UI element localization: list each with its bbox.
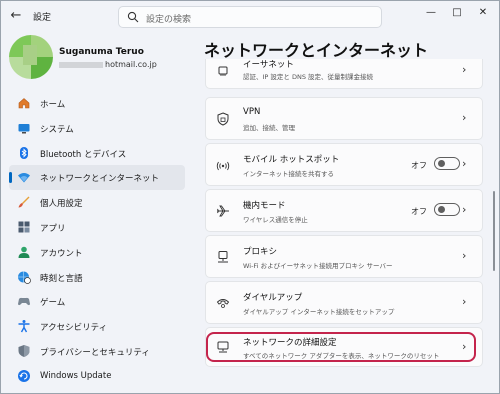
hotspot-icon bbox=[216, 161, 230, 171]
ethernet-icon bbox=[218, 66, 228, 76]
airplane-toggle[interactable] bbox=[434, 203, 460, 216]
chevron-right-icon: › bbox=[462, 340, 467, 353]
sidebar-item-personalization[interactable]: 個人用設定 bbox=[9, 190, 185, 215]
brush-icon bbox=[18, 196, 30, 208]
toggle-state-label: オフ bbox=[411, 161, 427, 170]
chevron-right-icon: › bbox=[462, 249, 467, 262]
search-icon bbox=[127, 11, 139, 23]
card-advanced-network-settings[interactable]: ネットワークの詳細設定 すべてのネットワーク アダプターを表示、ネットワークのリ… bbox=[205, 327, 483, 367]
search-placeholder: 設定の検索 bbox=[146, 15, 192, 25]
maximize-icon[interactable]: □ bbox=[445, 5, 469, 21]
title-bar: ← 設定 設定の検索 — □ ✕ bbox=[1, 1, 499, 31]
dialup-icon bbox=[216, 299, 230, 308]
apps-icon bbox=[18, 221, 30, 233]
sidebar-item-label: プライバシーとセキュリティ bbox=[40, 347, 150, 358]
sidebar-item-time-language[interactable]: 時刻と言語 bbox=[9, 265, 185, 290]
proxy-icon bbox=[218, 251, 228, 263]
back-arrow-icon[interactable]: ← bbox=[7, 7, 25, 25]
sidebar-item-label: 時刻と言語 bbox=[40, 273, 83, 284]
card-title: ネットワークの詳細設定 bbox=[243, 338, 337, 348]
page-title: ネットワークとインターネット bbox=[204, 41, 429, 60]
globe-clock-icon bbox=[18, 271, 31, 284]
wifi-icon bbox=[18, 173, 30, 183]
email-redaction bbox=[59, 61, 103, 68]
sidebar-item-label: ゲーム bbox=[40, 298, 66, 309]
network-pc-icon bbox=[217, 341, 229, 353]
chevron-right-icon: › bbox=[462, 157, 467, 170]
scrollbar[interactable] bbox=[493, 191, 495, 271]
toggle-state-label: オフ bbox=[411, 207, 427, 216]
chevron-right-icon: › bbox=[462, 111, 467, 124]
sidebar-item-label: アクセシビリティ bbox=[40, 323, 108, 334]
sidebar-item-network[interactable]: ネットワークとインターネット bbox=[9, 165, 185, 191]
card-vpn[interactable]: VPN 追加、接続、管理 › bbox=[205, 97, 483, 140]
airplane-icon bbox=[217, 205, 229, 217]
close-icon[interactable]: ✕ bbox=[471, 5, 495, 21]
card-dialup[interactable]: ダイヤルアップ ダイヤルアップ インターネット接続をセットアップ › bbox=[205, 281, 483, 324]
card-subtitle: 追加、接続、管理 bbox=[243, 124, 295, 132]
sidebar-item-accounts[interactable]: アカウント bbox=[9, 240, 185, 265]
user-email: hotmail.co.jp bbox=[59, 60, 157, 69]
card-title: モバイル ホットスポット bbox=[243, 155, 340, 165]
vpn-shield-icon bbox=[217, 112, 229, 126]
sidebar-item-label: Windows Update bbox=[40, 370, 112, 381]
settings-list: イーサネット 認証、IP 設定と DNS 設定、従量制課金接続 › VPN 追加… bbox=[205, 59, 485, 394]
minimize-icon[interactable]: — bbox=[419, 5, 443, 21]
update-icon bbox=[18, 369, 30, 382]
card-subtitle: ダイヤルアップ インターネット接続をセットアップ bbox=[243, 308, 395, 316]
gamepad-icon bbox=[18, 298, 30, 306]
sidebar-item-apps[interactable]: アプリ bbox=[9, 215, 185, 240]
chevron-right-icon: › bbox=[462, 203, 467, 216]
sidebar-item-privacy[interactable]: プライバシーとセキュリティ bbox=[9, 339, 185, 364]
chevron-right-icon: › bbox=[462, 295, 467, 308]
sidebar-item-label: Bluetooth とデバイス bbox=[40, 149, 127, 160]
sidebar-item-system[interactable]: システム bbox=[9, 116, 185, 141]
card-title: 機内モード bbox=[243, 201, 286, 211]
sidebar-item-windows-update[interactable]: Windows Update bbox=[9, 364, 185, 389]
sidebar-item-gaming[interactable]: ゲーム bbox=[9, 289, 185, 314]
system-icon bbox=[18, 123, 30, 134]
sidebar-item-bluetooth[interactable]: Bluetooth とデバイス bbox=[9, 141, 185, 166]
card-subtitle: インターネット接続を共有する bbox=[243, 170, 334, 178]
card-proxy[interactable]: プロキシ Wi-Fi およびイーサネット接続用プロキシ サーバー › bbox=[205, 235, 483, 278]
card-subtitle: ワイヤレス通信を停止 bbox=[243, 216, 308, 224]
card-ethernet[interactable]: イーサネット 認証、IP 設定と DNS 設定、従量制課金接続 › bbox=[205, 59, 483, 89]
sidebar-nav: ホーム システム Bluetooth とデバイス ネットワークとインターネット bbox=[9, 91, 185, 389]
card-subtitle: 認証、IP 設定と DNS 設定、従量制課金接続 bbox=[243, 73, 374, 81]
card-airplane-mode[interactable]: 機内モード ワイヤレス通信を停止 オフ › bbox=[205, 189, 483, 232]
shield-icon bbox=[18, 344, 30, 357]
hotspot-toggle[interactable] bbox=[434, 157, 460, 170]
card-title: イーサネット bbox=[243, 60, 294, 70]
sidebar-item-label: 個人用設定 bbox=[40, 199, 83, 210]
sidebar-item-accessibility[interactable]: アクセシビリティ bbox=[9, 314, 185, 339]
avatar[interactable] bbox=[9, 35, 53, 79]
card-mobile-hotspot[interactable]: モバイル ホットスポット インターネット接続を共有する オフ › bbox=[205, 143, 483, 186]
account-icon bbox=[18, 246, 30, 258]
sidebar-item-label: ネットワークとインターネット bbox=[40, 174, 160, 185]
card-subtitle: Wi-Fi およびイーサネット接続用プロキシ サーバー bbox=[243, 262, 393, 270]
sidebar-item-label: システム bbox=[40, 124, 74, 135]
chevron-right-icon: › bbox=[462, 63, 467, 76]
settings-window: ← 設定 設定の検索 — □ ✕ Suganuma Teruo hotmail.… bbox=[0, 0, 500, 394]
sidebar-item-label: ホーム bbox=[40, 100, 66, 110]
sidebar-item-label: アプリ bbox=[40, 223, 66, 234]
search-input[interactable]: 設定の検索 bbox=[118, 6, 382, 28]
app-title: 設定 bbox=[33, 13, 52, 23]
accessibility-icon bbox=[18, 320, 30, 333]
card-title: VPN bbox=[243, 107, 261, 117]
card-title: プロキシ bbox=[243, 247, 278, 257]
user-name: Suganuma Teruo bbox=[59, 47, 144, 57]
bluetooth-icon bbox=[20, 146, 28, 159]
card-subtitle: すべてのネットワーク アダプターを表示、ネットワークのリセット bbox=[243, 352, 440, 360]
sidebar-item-label: アカウント bbox=[40, 248, 83, 259]
card-title: ダイヤルアップ bbox=[243, 293, 303, 303]
sidebar-item-home[interactable]: ホーム bbox=[9, 91, 185, 116]
home-icon bbox=[18, 98, 30, 109]
